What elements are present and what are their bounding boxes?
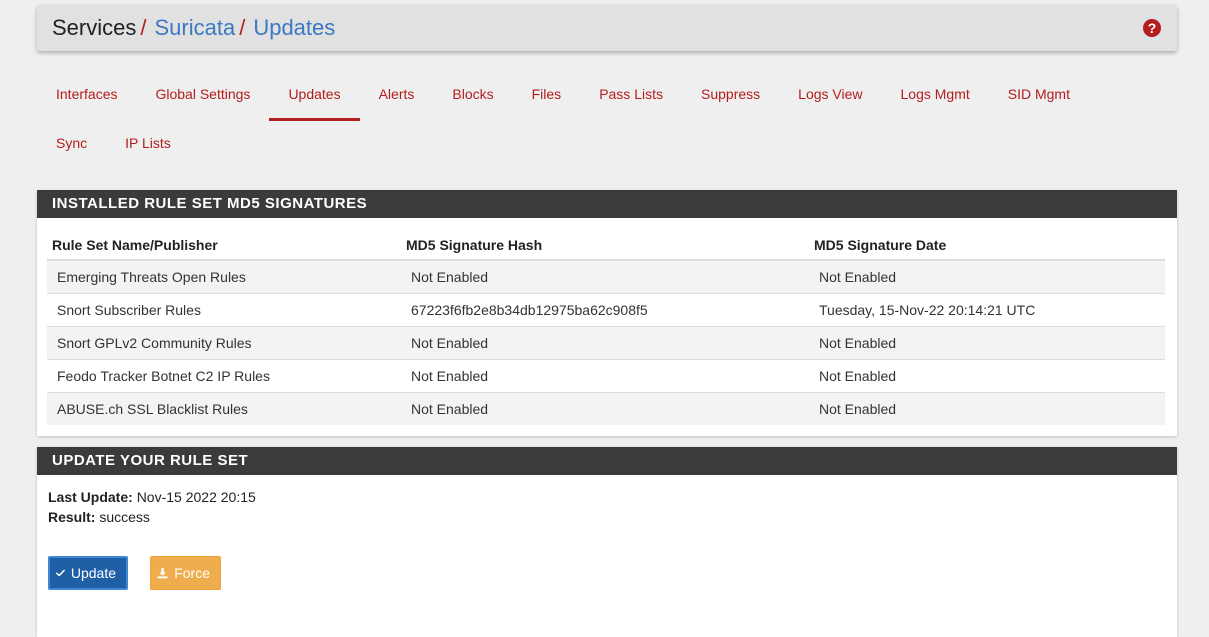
question-circle-icon[interactable]: ?: [1143, 19, 1161, 37]
md5-hash: 67223f6fb2e8b34db12975ba62c908f5: [401, 292, 809, 326]
tab-alerts[interactable]: Alerts: [360, 70, 434, 119]
md5-date: Not Enabled: [809, 259, 1165, 293]
update-panel: UPDATE YOUR RULE SET Last Update: Nov-15…: [37, 447, 1177, 637]
last-update-line: Last Update: Nov-15 2022 20:15: [48, 487, 256, 507]
last-update-label: Last Update:: [48, 489, 133, 505]
panel-heading: UPDATE YOUR RULE SET: [37, 447, 1177, 475]
check-icon: [56, 569, 65, 577]
md5-hash: Not Enabled: [401, 391, 809, 425]
tab-row-1: Interfaces Global Settings Updates Alert…: [37, 70, 1177, 121]
md5-date: Not Enabled: [809, 358, 1165, 392]
tab-logs-mgmt[interactable]: Logs Mgmt: [882, 70, 989, 119]
tab-suppress[interactable]: Suppress: [682, 70, 779, 119]
result-value: success: [99, 509, 150, 525]
table-row: Feodo Tracker Botnet C2 IP Rules Not Ena…: [47, 358, 1165, 392]
tab-row-2: Sync IP Lists: [37, 119, 1177, 168]
breadcrumb-updates-link[interactable]: Updates: [253, 15, 335, 41]
breadcrumb-separator: /: [239, 15, 246, 40]
signatures-table: Rule Set Name/Publisher MD5 Signature Ha…: [47, 230, 1165, 425]
rule-set-name: Snort GPLv2 Community Rules: [47, 325, 401, 359]
md5-date: Not Enabled: [809, 325, 1165, 359]
tab-global-settings[interactable]: Global Settings: [136, 70, 269, 119]
tab-interfaces[interactable]: Interfaces: [37, 70, 136, 119]
table-row: ABUSE.ch SSL Blacklist Rules Not Enabled…: [47, 391, 1165, 425]
table-row: Snort GPLv2 Community Rules Not Enabled …: [47, 325, 1165, 359]
column-header: MD5 Signature Hash: [401, 230, 809, 261]
column-header: Rule Set Name/Publisher: [47, 230, 401, 261]
tab-blocks[interactable]: Blocks: [433, 70, 512, 119]
result-label: Result:: [48, 509, 96, 525]
md5-hash: Not Enabled: [401, 259, 809, 293]
update-status: Last Update: Nov-15 2022 20:15 Result: s…: [48, 487, 256, 527]
tab-logs-view[interactable]: Logs View: [779, 70, 881, 119]
rule-set-name: Emerging Threats Open Rules: [47, 259, 401, 293]
tab-updates[interactable]: Updates: [269, 70, 360, 121]
table-row: Emerging Threats Open Rules Not Enabled …: [47, 259, 1165, 293]
tab-ip-lists[interactable]: IP Lists: [106, 119, 190, 168]
breadcrumb-services: Services: [52, 15, 137, 40]
rule-set-name: Snort Subscriber Rules: [47, 292, 401, 326]
signatures-panel: INSTALLED RULE SET MD5 SIGNATURES Rule S…: [37, 190, 1177, 436]
force-button-label: Force: [174, 565, 210, 581]
table-header-row: Rule Set Name/Publisher MD5 Signature Ha…: [47, 230, 1165, 261]
rule-set-name: Feodo Tracker Botnet C2 IP Rules: [47, 358, 401, 392]
result-line: Result: success: [48, 507, 256, 527]
rule-set-name: ABUSE.ch SSL Blacklist Rules: [47, 391, 401, 425]
update-button[interactable]: Update: [48, 556, 128, 590]
column-header: MD5 Signature Date: [809, 230, 1165, 261]
breadcrumb-bar: Services / Suricata / Updates ?: [37, 5, 1177, 51]
update-button-label: Update: [70, 565, 116, 581]
last-update-value: Nov-15 2022 20:15: [136, 489, 256, 505]
tab-pass-lists[interactable]: Pass Lists: [580, 70, 682, 119]
md5-hash: Not Enabled: [401, 325, 809, 359]
breadcrumb-separator: /: [140, 15, 147, 40]
panel-heading: INSTALLED RULE SET MD5 SIGNATURES: [37, 190, 1177, 218]
tab-files[interactable]: Files: [513, 70, 581, 119]
tab-sid-mgmt[interactable]: SID Mgmt: [989, 70, 1089, 119]
force-button[interactable]: Force: [150, 556, 221, 590]
download-icon: [157, 568, 168, 579]
breadcrumb-suricata-link[interactable]: Suricata: [154, 15, 235, 41]
table-row: Snort Subscriber Rules 67223f6fb2e8b34db…: [47, 292, 1165, 326]
tab-sync[interactable]: Sync: [37, 119, 106, 168]
md5-hash: Not Enabled: [401, 358, 809, 392]
tab-bar: Interfaces Global Settings Updates Alert…: [37, 70, 1177, 168]
md5-date: Not Enabled: [809, 391, 1165, 425]
md5-date: Tuesday, 15-Nov-22 20:14:21 UTC: [809, 292, 1165, 326]
